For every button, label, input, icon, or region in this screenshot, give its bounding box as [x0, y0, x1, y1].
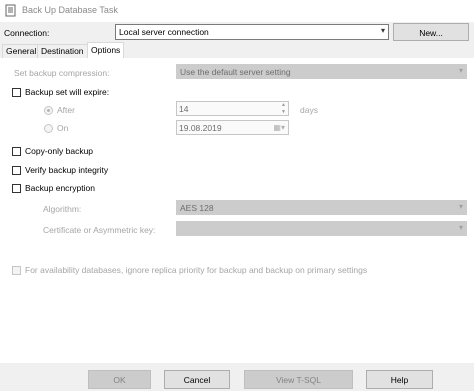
- tab-destination[interactable]: Destination: [37, 44, 88, 58]
- tab-general[interactable]: General: [2, 44, 41, 58]
- connection-value: Local server connection: [119, 27, 209, 37]
- availability-label: For availability databases, ignore repli…: [25, 265, 368, 275]
- after-days-value: 14: [179, 104, 189, 114]
- after-label: After: [57, 105, 75, 115]
- algorithm-select[interactable]: AES 128 ▾: [176, 200, 467, 215]
- spin-down-icon[interactable]: ▼: [279, 109, 288, 116]
- compression-value: Use the default server setting: [180, 67, 291, 77]
- compression-select[interactable]: Use the default server setting ▾: [176, 64, 467, 79]
- new-connection-button[interactable]: New...: [393, 23, 469, 41]
- chevron-down-icon: ▾: [380, 26, 385, 35]
- verify-checkbox[interactable]: [12, 166, 21, 175]
- expire-label: Backup set will expire:: [25, 87, 110, 97]
- window-title: Back Up Database Task: [22, 5, 118, 15]
- copy-only-checkbox[interactable]: [12, 147, 21, 156]
- spin-up-icon[interactable]: ▲: [279, 102, 288, 109]
- after-radio[interactable]: [44, 106, 53, 115]
- view-tsql-button[interactable]: View T-SQL: [244, 370, 353, 389]
- verify-label: Verify backup integrity: [25, 165, 109, 175]
- help-button[interactable]: Help: [366, 370, 433, 389]
- compression-label: Set backup compression:: [14, 68, 110, 78]
- on-radio[interactable]: [44, 124, 53, 133]
- chevron-down-icon: ▾: [458, 66, 463, 75]
- on-date-value: 19.08.2019: [179, 123, 222, 133]
- copy-only-label: Copy-only backup: [25, 146, 94, 156]
- calendar-icon[interactable]: ▦▾: [273, 123, 285, 132]
- ok-button[interactable]: OK: [88, 370, 151, 389]
- on-date-input[interactable]: 19.08.2019 ▦▾: [176, 120, 289, 135]
- days-unit-label: days: [300, 105, 318, 115]
- algorithm-label: Algorithm:: [43, 204, 82, 214]
- encryption-label: Backup encryption: [25, 183, 95, 193]
- cancel-button[interactable]: Cancel: [164, 370, 230, 389]
- database-task-icon: [5, 4, 16, 17]
- tab-options[interactable]: Options: [87, 42, 125, 59]
- connection-label: Connection:: [4, 28, 50, 38]
- chevron-down-icon: ▾: [458, 202, 463, 211]
- expire-checkbox[interactable]: [12, 88, 21, 97]
- availability-checkbox[interactable]: [12, 266, 21, 275]
- certificate-label: Certificate or Asymmetric key:: [43, 225, 156, 235]
- certificate-select[interactable]: ▾: [176, 221, 467, 236]
- algorithm-value: AES 128: [180, 203, 214, 213]
- encryption-checkbox[interactable]: [12, 184, 21, 193]
- on-label: On: [57, 123, 69, 133]
- connection-select[interactable]: Local server connection ▾: [115, 24, 389, 40]
- chevron-down-icon: ▾: [458, 223, 463, 232]
- after-days-input[interactable]: 14 ▲ ▼: [176, 101, 289, 116]
